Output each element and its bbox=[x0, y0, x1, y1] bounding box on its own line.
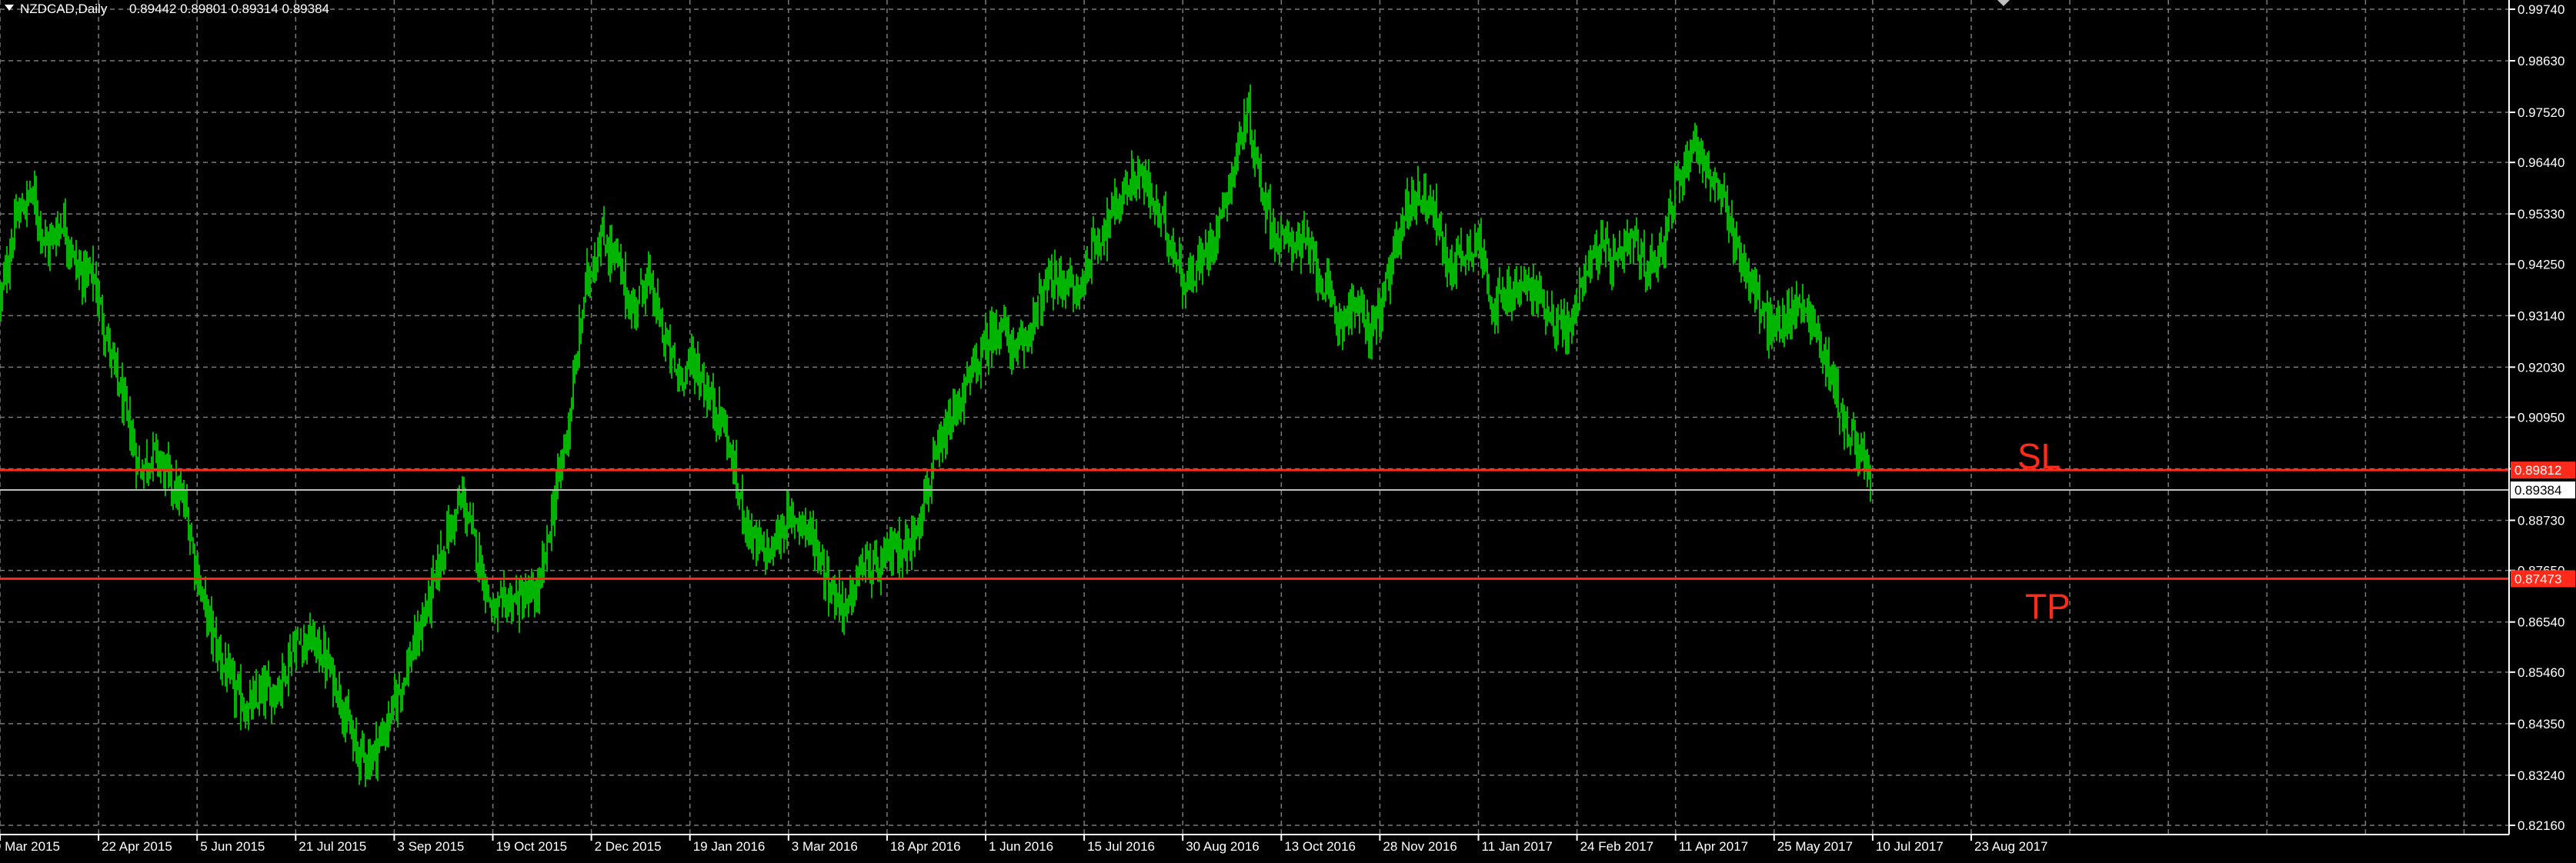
x-tick-label: 3 Mar 2016 bbox=[792, 839, 858, 854]
x-tick-label: 9 Mar 2015 bbox=[0, 839, 60, 854]
sl-price-tag: 0.89812 bbox=[2511, 461, 2575, 479]
svg-text:0.89384: 0.89384 bbox=[2514, 483, 2561, 498]
y-tick-label: 0.95330 bbox=[2518, 207, 2564, 222]
tp-label: TP bbox=[2025, 586, 2070, 626]
x-tick-label: 28 Nov 2016 bbox=[1383, 839, 1457, 854]
x-tick-label: 3 Sep 2015 bbox=[397, 839, 464, 854]
y-tick-label: 0.88730 bbox=[2518, 513, 2564, 528]
svg-text:0.87473: 0.87473 bbox=[2514, 571, 2561, 586]
y-tick-label: 0.94250 bbox=[2518, 257, 2564, 272]
x-tick-label: 13 Oct 2016 bbox=[1284, 839, 1356, 854]
y-tick-label: 0.92030 bbox=[2518, 360, 2564, 375]
x-tick-label: 2 Dec 2015 bbox=[595, 839, 662, 854]
y-tick-label: 0.93140 bbox=[2518, 308, 2564, 323]
y-tick-label: 0.83240 bbox=[2518, 768, 2564, 783]
y-tick-label: 0.82160 bbox=[2518, 818, 2564, 833]
x-tick-label: 21 Jul 2015 bbox=[299, 839, 366, 854]
x-tick-label: 10 Jul 2017 bbox=[1876, 839, 1944, 854]
x-tick-label: 22 Apr 2015 bbox=[102, 839, 172, 854]
y-tick-label: 0.86540 bbox=[2518, 615, 2564, 630]
x-tick-label: 5 Jun 2015 bbox=[200, 839, 265, 854]
ohlc-values: 0.89442 0.89801 0.89314 0.89384 bbox=[129, 2, 329, 16]
y-tick-label: 0.98630 bbox=[2518, 54, 2564, 68]
current-price-tag: 0.89384 bbox=[2511, 481, 2575, 499]
x-tick-label: 1 Jun 2016 bbox=[989, 839, 1053, 854]
x-tick-label: 11 Apr 2017 bbox=[1679, 839, 1748, 854]
x-tick-label: 11 Jan 2017 bbox=[1482, 839, 1553, 854]
x-tick-label: 23 Aug 2017 bbox=[1974, 839, 2047, 854]
x-tick-label: 19 Oct 2015 bbox=[496, 839, 568, 854]
sl-label: SL bbox=[2017, 436, 2060, 476]
x-tick-label: 24 Feb 2017 bbox=[1580, 839, 1653, 854]
y-tick-label: 0.85460 bbox=[2518, 665, 2564, 680]
y-tick-label: 0.90950 bbox=[2518, 411, 2564, 425]
price-chart[interactable]: SL TP 0.99740 0.98630 0.97520 0.96440 0.9533… bbox=[0, 0, 2576, 863]
x-tick-label: 15 Jul 2016 bbox=[1087, 839, 1155, 854]
svg-text:0.89812: 0.89812 bbox=[2514, 463, 2561, 478]
x-tick-label: 18 Apr 2016 bbox=[890, 839, 961, 854]
x-tick-label: 30 Aug 2016 bbox=[1186, 839, 1259, 854]
y-tick-label: 0.99740 bbox=[2518, 2, 2564, 17]
y-tick-label: 0.84350 bbox=[2518, 717, 2564, 731]
x-tick-label: 19 Jan 2016 bbox=[693, 839, 766, 854]
y-tick-label: 0.96440 bbox=[2518, 155, 2564, 170]
y-tick-label: 0.97520 bbox=[2518, 105, 2564, 120]
symbol-label: NZDCAD,Daily bbox=[20, 2, 108, 16]
x-tick-label: 25 May 2017 bbox=[1777, 839, 1853, 854]
tp-price-tag: 0.87473 bbox=[2511, 570, 2575, 588]
